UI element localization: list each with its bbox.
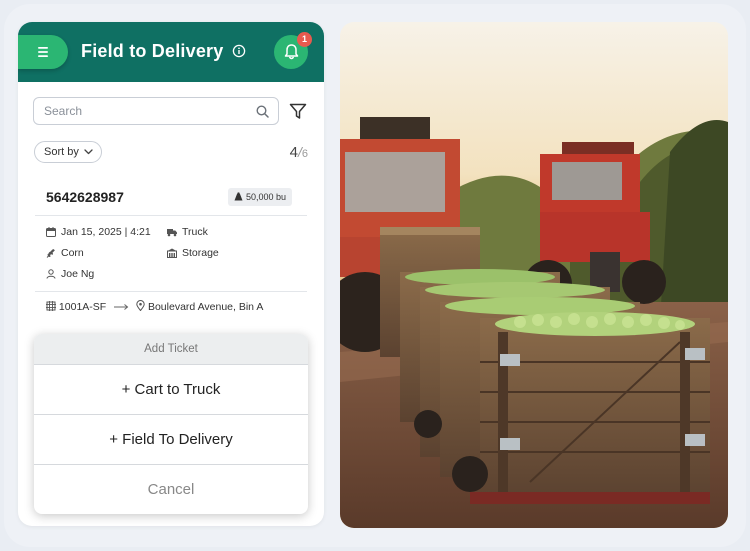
- cancel-button[interactable]: Cancel: [34, 465, 308, 514]
- menu-icon: [38, 47, 48, 57]
- search-field[interactable]: [33, 97, 279, 125]
- storage-icon: [167, 248, 177, 258]
- datetime-value: Jan 15, 2025 | 4:21: [61, 226, 151, 238]
- bell-icon: [284, 44, 298, 60]
- search-input[interactable]: [44, 102, 244, 120]
- result-count-total: 6: [301, 148, 308, 160]
- add-ticket-title: Add Ticket: [34, 334, 308, 365]
- ticket-vehicle: Truck: [167, 225, 208, 239]
- ticket-route: 1001A-SF Boulevard Avenue, Bin A: [46, 300, 263, 314]
- filter-icon[interactable]: [289, 103, 307, 120]
- field-to-delivery-button[interactable]: + Field To Delivery: [34, 415, 308, 465]
- field-icon: [46, 301, 56, 311]
- ticket-datetime: Jan 15, 2025 | 4:21: [46, 225, 151, 239]
- sort-by-label: Sort by: [44, 146, 79, 158]
- destination-value: Boulevard Avenue, Bin A: [147, 301, 264, 313]
- truck-icon: [167, 229, 177, 237]
- cart-to-truck-button[interactable]: + Cart to Truck: [34, 365, 308, 415]
- ticket-destination-type: Storage: [167, 246, 219, 260]
- notification-badge: 1: [297, 32, 312, 47]
- page-title: Field to Delivery: [81, 41, 224, 61]
- location-pin-icon: [136, 300, 145, 312]
- ticket-crop: Corn: [46, 246, 84, 260]
- arrow-right-icon: [114, 304, 129, 310]
- origin-value: 1001A-SF: [58, 301, 107, 313]
- add-ticket-sheet: Add Ticket + Cart to Truck + Field To De…: [34, 334, 308, 514]
- driver-value: Joe Ng: [61, 268, 95, 280]
- ticket-id[interactable]: 5642628987: [46, 189, 124, 205]
- app-header: Field to Delivery 1: [18, 22, 324, 82]
- search-icon[interactable]: [256, 105, 269, 118]
- chevron-down-icon: [84, 149, 93, 155]
- menu-button[interactable]: [18, 35, 68, 69]
- phone-screen: Field to Delivery 1 Sort by 4/6: [18, 22, 324, 526]
- vehicle-value: Truck: [182, 226, 208, 238]
- result-count: 4/6: [290, 144, 308, 161]
- hero-photo: [340, 22, 728, 528]
- result-count-current: 4: [289, 144, 298, 161]
- crop-icon: [46, 249, 55, 258]
- divider: [35, 291, 307, 292]
- sort-by-button[interactable]: Sort by: [34, 141, 102, 163]
- info-icon[interactable]: [232, 44, 246, 58]
- ticket-driver: Joe Ng: [46, 267, 94, 281]
- divider: [35, 215, 307, 216]
- calendar-icon: [46, 227, 56, 237]
- destination-type-value: Storage: [182, 247, 219, 259]
- weight-icon: [234, 192, 243, 201]
- volume-badge: 50,000 bu: [228, 188, 293, 206]
- crop-value: Corn: [61, 247, 84, 259]
- person-icon: [46, 269, 56, 279]
- tractor-trailer-image: [340, 22, 728, 528]
- volume-value: 50,000 bu: [246, 192, 287, 202]
